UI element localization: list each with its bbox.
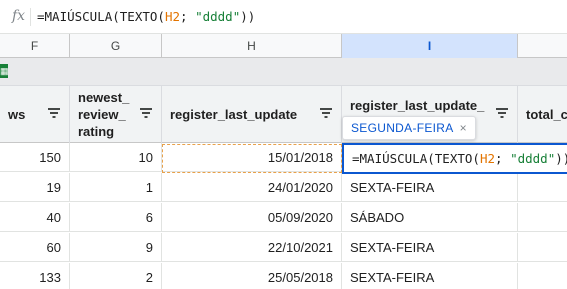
column-header-j[interactable] xyxy=(518,34,567,58)
cell-rating[interactable]: 1 xyxy=(70,173,162,202)
header-label-line: review_ xyxy=(78,107,126,122)
cell-rating[interactable]: 6 xyxy=(70,203,162,232)
preview-text: SEGUNDA-FEIRA xyxy=(351,121,454,135)
column-header-i[interactable]: I xyxy=(342,34,518,58)
formula-divider xyxy=(30,8,31,26)
cell-ws[interactable]: 133 xyxy=(0,263,70,289)
formula-part: ; xyxy=(180,9,196,24)
header-label-line: newest_ xyxy=(78,90,130,105)
header-label: total_c xyxy=(526,107,567,122)
formula-cell-ref: H2 xyxy=(164,9,180,24)
cell-date[interactable]: 24/01/2020 xyxy=(162,173,342,202)
editor-part: )) xyxy=(555,151,567,166)
formula-bar: fx =MAIÚSCULA(TEXTO(H2; "dddd")) xyxy=(0,0,567,34)
filter-icon[interactable] xyxy=(47,107,61,119)
column-header-f[interactable]: F xyxy=(0,34,70,58)
filter-icon[interactable] xyxy=(139,107,153,119)
header-cell-ws[interactable]: ws xyxy=(0,86,70,143)
editor-string: "dddd" xyxy=(510,151,556,166)
formula-input[interactable]: =MAIÚSCULA(TEXTO(H2; "dddd")) xyxy=(37,9,255,24)
header-cell-total[interactable]: total_c xyxy=(518,86,567,143)
cell-total[interactable] xyxy=(518,233,567,262)
cell-date[interactable]: 22/10/2021 xyxy=(162,233,342,262)
header-cell-register-last-update[interactable]: register_last_update xyxy=(162,86,342,143)
table-row: 133 2 25/05/2018 SEXTA-FEIRA xyxy=(0,263,567,289)
cell-ws[interactable]: 60 xyxy=(0,233,70,262)
header-label-line: rating xyxy=(78,124,115,139)
editor-cell-ref: H2 xyxy=(479,151,495,166)
filter-icon[interactable] xyxy=(495,107,509,119)
header-row: ws newest_ review_ rating register_last_… xyxy=(0,86,567,143)
cell-total[interactable] xyxy=(518,263,567,289)
formula-string: "dddd" xyxy=(195,9,241,24)
filter-icon[interactable] xyxy=(319,107,333,119)
editor-part: ; xyxy=(495,151,511,166)
table-icon[interactable]: ▦ xyxy=(0,64,8,78)
cell-ws[interactable]: 19 xyxy=(0,173,70,202)
formula-part: )) xyxy=(240,9,256,24)
cell-ws[interactable]: 150 xyxy=(0,143,70,172)
header-label: register_last_update_ xyxy=(350,98,485,113)
formula-part: =MAIÚSCULA(TEXTO( xyxy=(37,9,165,24)
formula-result-preview: SEGUNDA-FEIRA × xyxy=(342,116,476,140)
toolbar-band: ▦ xyxy=(0,58,567,86)
column-header-g[interactable]: G xyxy=(70,34,162,58)
table-row: 19 1 24/01/2020 SEXTA-FEIRA xyxy=(0,173,567,202)
table-row: 60 9 22/10/2021 SEXTA-FEIRA xyxy=(0,233,567,262)
editor-part: =MAIÚSCULA(TEXTO( xyxy=(352,151,480,166)
cell-date[interactable]: 05/09/2020 xyxy=(162,203,342,232)
cell-rating[interactable]: 10 xyxy=(70,143,162,172)
fx-icon: fx xyxy=(12,8,26,24)
close-icon[interactable]: × xyxy=(460,121,467,135)
cell-rating[interactable]: 9 xyxy=(70,233,162,262)
cell-weekday[interactable]: SEXTA-FEIRA xyxy=(342,173,518,202)
cell-date[interactable]: 15/01/2018 xyxy=(162,143,342,172)
cell-rating[interactable]: 2 xyxy=(70,263,162,289)
cell-total[interactable] xyxy=(518,173,567,202)
cell-ws[interactable]: 40 xyxy=(0,203,70,232)
table-row: 40 6 05/09/2020 SÁBADO xyxy=(0,203,567,232)
header-label: register_last_update xyxy=(170,107,298,122)
column-header-h[interactable]: H xyxy=(162,34,342,58)
cell-weekday[interactable]: SEXTA-FEIRA xyxy=(342,233,518,262)
cell-editor[interactable]: =MAIÚSCULA(TEXTO(H2; "dddd")) xyxy=(342,143,567,174)
cell-weekday[interactable]: SÁBADO xyxy=(342,203,518,232)
cell-weekday[interactable]: SEXTA-FEIRA xyxy=(342,263,518,289)
header-label: ws xyxy=(8,107,26,122)
column-header-bar: F G H I xyxy=(0,34,567,58)
header-cell-rating[interactable]: newest_ review_ rating xyxy=(70,86,162,143)
cell-total[interactable] xyxy=(518,203,567,232)
cell-date[interactable]: 25/05/2018 xyxy=(162,263,342,289)
